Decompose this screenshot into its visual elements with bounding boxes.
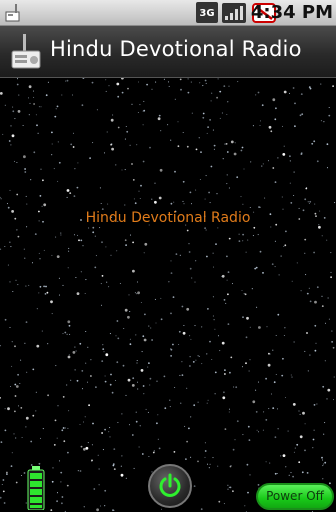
starfield-background <box>0 78 336 512</box>
notification-radio-icon <box>5 4 20 22</box>
network-3g-icon: 3G <box>196 2 218 23</box>
radio-icon <box>11 34 41 69</box>
app-title-bar: Hindu Devotional Radio <box>0 26 336 78</box>
status-bar: 3G 4:34 PM <box>0 0 336 26</box>
signal-strength-icon <box>222 3 246 23</box>
svg-text:3G: 3G <box>199 8 214 19</box>
power-off-button[interactable]: Power Off <box>256 483 334 510</box>
power-button[interactable] <box>148 464 192 508</box>
power-icon <box>159 473 181 497</box>
clock: 4:34 PM <box>250 2 333 23</box>
station-label: Hindu Devotional Radio <box>85 210 251 226</box>
battery-icon <box>27 466 45 510</box>
app-title: Hindu Devotional Radio <box>50 37 302 61</box>
